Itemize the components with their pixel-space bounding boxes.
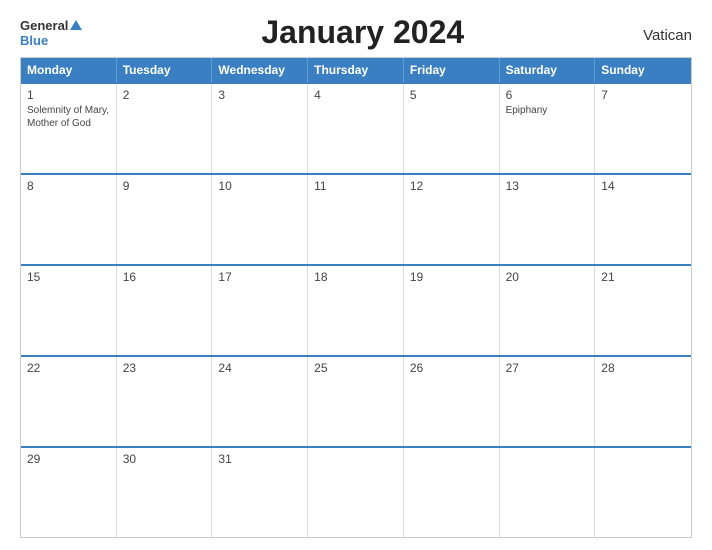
calendar-week-2: 89 10 11 12 13 14 <box>21 173 691 264</box>
day-number: 23 <box>123 361 206 375</box>
cal-cell-w3-d6: 20 <box>500 266 596 355</box>
cal-cell-w1-d4: 4 <box>308 84 404 173</box>
calendar-week-5: 29 30 31 <box>21 446 691 537</box>
cal-cell-w5-d3: 31 <box>212 448 308 537</box>
day-number: 7 <box>601 88 685 102</box>
cal-cell-w2-d3: 10 <box>212 175 308 264</box>
day-number: 22 <box>27 361 110 375</box>
cal-cell-w3-d4: 18 <box>308 266 404 355</box>
day-number: 20 <box>506 270 589 284</box>
day-number: 2 <box>123 88 206 102</box>
day-number: 30 <box>123 452 206 466</box>
cal-cell-w1-d3: 3 <box>212 84 308 173</box>
calendar-week-1: 1 Solemnity of Mary, Mother of God 23456 Ep… <box>21 82 691 173</box>
cal-cell-w1-d5: 5 <box>404 84 500 173</box>
logo-triangle-icon <box>70 20 82 30</box>
calendar-body: 1Solemnity of Mary, Mother of God23456Ep… <box>21 82 691 537</box>
cal-cell-w2-d2: 9 <box>117 175 213 264</box>
cal-cell-w2-d6: 13 <box>500 175 596 264</box>
cal-cell-w4-d3: 24 <box>212 357 308 446</box>
day-number: 27 <box>506 361 589 375</box>
day-number: 17 <box>218 270 301 284</box>
calendar-header: Monday Tuesday Wednesday Thursday Friday… <box>21 58 691 82</box>
day-number: 4 <box>314 88 397 102</box>
calendar-week-4: 22 23 24 25 26 27 28 <box>21 355 691 446</box>
day-number: 21 <box>601 270 685 284</box>
cal-cell-w4-d2: 23 <box>117 357 213 446</box>
cal-cell-w4-d4: 25 <box>308 357 404 446</box>
day-number: 6 <box>506 88 589 102</box>
cal-cell-w1-d6: 6 Epiphany <box>500 84 596 173</box>
day-number: 24 <box>218 361 301 375</box>
logo-blue-text: Blue <box>20 33 48 48</box>
cal-cell-w2-d1: 8 <box>21 175 117 264</box>
col-header-wednesday: Wednesday <box>212 58 308 82</box>
cal-cell-w5-d7 <box>595 448 691 537</box>
cal-cell-w5-d4 <box>308 448 404 537</box>
col-header-sunday: Sunday <box>595 58 691 82</box>
calendar-week-3: 15 16 17 18 19 20 21 <box>21 264 691 355</box>
cal-cell-w4-d5: 26 <box>404 357 500 446</box>
cal-cell-w1-d7: 7 <box>595 84 691 173</box>
day-number: 9 <box>123 179 206 193</box>
header: General Blue January 2024 Vatican <box>20 18 692 51</box>
day-number: 12 <box>410 179 493 193</box>
day-number: 31 <box>218 452 301 466</box>
day-number: 28 <box>601 361 685 375</box>
day-number: 18 <box>314 270 397 284</box>
col-header-thursday: Thursday <box>308 58 404 82</box>
day-number: 1 <box>27 88 110 102</box>
col-header-friday: Friday <box>404 58 500 82</box>
cal-cell-w1-d2: 2 <box>117 84 213 173</box>
cal-cell-w3-d1: 15 <box>21 266 117 355</box>
col-header-tuesday: Tuesday <box>117 58 213 82</box>
day-number: 19 <box>410 270 493 284</box>
cal-cell-w4-d7: 28 <box>595 357 691 446</box>
cal-cell-w3-d5: 19 <box>404 266 500 355</box>
cal-cell-w2-d4: 11 <box>308 175 404 264</box>
cal-cell-w5-d5 <box>404 448 500 537</box>
cal-cell-w5-d6 <box>500 448 596 537</box>
cal-cell-w3-d3: 17 <box>212 266 308 355</box>
day-number: 10 <box>218 179 301 193</box>
page: General Blue January 2024 Vatican Monday… <box>0 0 712 550</box>
calendar: Monday Tuesday Wednesday Thursday Friday… <box>20 57 692 538</box>
cal-cell-w5-d1: 29 <box>21 448 117 537</box>
day-number: 11 <box>314 179 397 193</box>
month-title: January 2024 <box>82 14 643 51</box>
cal-cell-w2-d7: 14 <box>595 175 691 264</box>
cal-cell-w3-d2: 16 <box>117 266 213 355</box>
day-number: 16 <box>123 270 206 284</box>
cal-cell-w3-d7: 21 <box>595 266 691 355</box>
day-event: Epiphany <box>506 104 589 117</box>
cal-cell-w5-d2: 30 <box>117 448 213 537</box>
day-number: 26 <box>410 361 493 375</box>
col-header-saturday: Saturday <box>500 58 596 82</box>
cal-cell-w4-d1: 22 <box>21 357 117 446</box>
day-number: 29 <box>27 452 110 466</box>
day-number: 3 <box>218 88 301 102</box>
day-number: 14 <box>601 179 685 193</box>
day-number: 25 <box>314 361 397 375</box>
logo-general-text: General <box>20 18 68 33</box>
cal-cell-w2-d5: 12 <box>404 175 500 264</box>
day-number: 13 <box>506 179 589 193</box>
country-label: Vatican <box>643 27 692 44</box>
logo: General Blue <box>20 18 82 48</box>
cal-cell-w1-d1: 1 Solemnity of Mary, Mother of God <box>21 84 117 173</box>
day-number: 8 <box>27 179 110 193</box>
day-number: 5 <box>410 88 493 102</box>
cal-cell-w4-d6: 27 <box>500 357 596 446</box>
col-header-monday: Monday <box>21 58 117 82</box>
day-number: 15 <box>27 270 110 284</box>
day-event: Solemnity of Mary, Mother of God <box>27 104 110 130</box>
